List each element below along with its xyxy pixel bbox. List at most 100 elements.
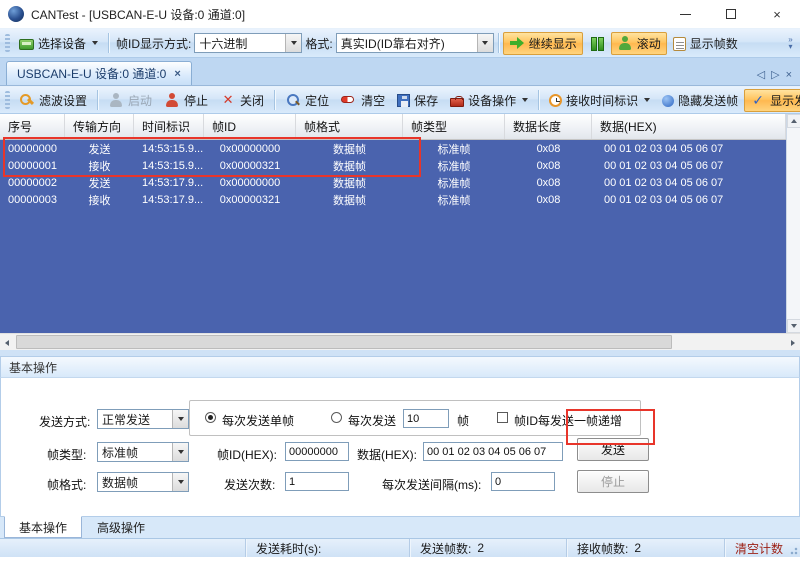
toolbar-grip[interactable] xyxy=(5,34,10,52)
tab-advanced-operation[interactable]: 高级操作 xyxy=(82,517,160,538)
toolbar-separator xyxy=(538,90,539,110)
send-mode-select[interactable]: 正常发送 xyxy=(97,409,189,429)
toolbar-overflow-button[interactable]: »▾ xyxy=(784,36,798,50)
app-icon xyxy=(8,6,24,22)
main-toolbar: 选择设备 帧ID显示方式: 十六进制 格式: 真实ID(ID靠右对齐) 继续显示… xyxy=(0,28,800,58)
frame-format-select[interactable]: 数据帧 xyxy=(97,472,189,492)
clear-label: 清空 xyxy=(361,92,385,109)
format-select[interactable]: 真实ID(ID靠右对齐) xyxy=(336,33,494,53)
maximize-button[interactable] xyxy=(708,0,754,28)
table-cell: 14:53:15.9... xyxy=(134,157,204,174)
window-title: CANTest - [USBCAN-E-U 设备:0 通道:0] xyxy=(31,6,245,23)
toolbar-separator xyxy=(274,90,275,110)
message-area: 序号传输方向时间标识帧ID帧格式帧类型数据长度数据(HEX) 00000000发… xyxy=(0,114,800,538)
frame-type-value: 标准帧 xyxy=(98,444,172,461)
column-header[interactable]: 帧格式 xyxy=(296,114,403,139)
column-header[interactable]: 传输方向 xyxy=(65,114,134,139)
save-button[interactable]: 保存 xyxy=(391,89,444,112)
start-label: 启动 xyxy=(128,92,152,109)
table-cell: 0x08 xyxy=(505,157,592,174)
tab-nav-prev-icon[interactable]: ◁ xyxy=(757,68,765,81)
multi-frame-radio[interactable] xyxy=(331,412,342,423)
send-frames-label: 发送帧数: xyxy=(420,540,471,557)
toolbar-separator xyxy=(498,33,499,53)
device-operation-button[interactable]: 设备操作 xyxy=(444,89,534,112)
tab-close-icon[interactable]: × xyxy=(174,68,180,80)
start-button[interactable]: 启动 xyxy=(102,89,158,112)
column-header[interactable]: 帧类型 xyxy=(403,114,505,139)
frame-type-label: 帧类型: xyxy=(47,446,86,463)
frame-id-display-select[interactable]: 十六进制 xyxy=(194,33,302,53)
frame-id-input[interactable] xyxy=(285,442,349,461)
scroll-down-icon[interactable] xyxy=(787,319,800,333)
select-device-button[interactable]: 选择设备 xyxy=(13,32,104,55)
resize-grip[interactable] xyxy=(788,545,798,555)
dropdown-arrow-icon[interactable] xyxy=(285,34,301,52)
table-cell: 数据帧 xyxy=(296,174,403,191)
column-header[interactable]: 帧ID xyxy=(204,114,296,139)
column-header[interactable]: 数据长度 xyxy=(505,114,592,139)
status-empty-segment xyxy=(0,539,246,557)
table-cell: 0x00000000 xyxy=(204,174,296,191)
scrollbar-thumb[interactable] xyxy=(16,335,672,349)
multi-frame-count-input[interactable] xyxy=(403,409,449,428)
scroll-up-icon[interactable] xyxy=(787,114,800,128)
receive-time-id-button[interactable]: 接收时间标识 xyxy=(543,89,656,112)
tab-basic-operation[interactable]: 基本操作 xyxy=(4,516,82,538)
tab-basic-operation-label: 基本操作 xyxy=(19,519,67,536)
column-header[interactable]: 数据(HEX) xyxy=(592,114,786,139)
dropdown-arrow-icon[interactable] xyxy=(172,410,188,428)
tab-nav-next-icon[interactable]: ▷ xyxy=(771,68,779,81)
multi-frame-label: 每次发送 xyxy=(348,412,396,429)
hide-send-frames-button[interactable]: 隐藏发送帧 xyxy=(656,89,744,112)
vertical-scrollbar[interactable] xyxy=(786,114,800,333)
channel-tab[interactable]: USBCAN-E-U 设备:0 通道:0 × xyxy=(6,61,192,85)
send-button[interactable]: 发送 xyxy=(577,438,649,461)
locate-label: 定位 xyxy=(305,92,329,109)
table-row[interactable]: 00000003接收14:53:17.9...0x00000321数据帧标准帧0… xyxy=(0,191,786,208)
frame-id-increment-checkbox[interactable] xyxy=(497,412,508,423)
show-frame-count-button[interactable]: 显示帧数 xyxy=(667,32,744,55)
table-row[interactable]: 00000002发送14:53:17.9...0x00000000数据帧标准帧0… xyxy=(0,174,786,191)
clear-button[interactable]: 清空 xyxy=(335,89,391,112)
stop-send-button[interactable]: 停止 xyxy=(577,470,649,493)
recv-frames-label: 接收帧数: xyxy=(577,540,628,557)
close-button[interactable]: × xyxy=(754,0,800,28)
data-hex-input[interactable] xyxy=(423,442,563,461)
table-cell: 标准帧 xyxy=(403,157,505,174)
dropdown-arrow-icon[interactable] xyxy=(477,34,493,52)
filter-settings-button[interactable]: 滤波设置 xyxy=(13,89,93,112)
scroll-left-icon[interactable] xyxy=(0,335,14,350)
horizontal-scrollbar[interactable] xyxy=(0,333,800,350)
single-frame-label: 每次发送单帧 xyxy=(222,412,294,429)
table-row[interactable]: 00000001接收14:53:15.9...0x00000321数据帧标准帧0… xyxy=(0,157,786,174)
eraser-icon xyxy=(341,96,354,103)
column-header[interactable]: 时间标识 xyxy=(134,114,204,139)
stop-button[interactable]: 停止 xyxy=(158,89,214,112)
frame-format-label: 帧格式: xyxy=(47,476,86,493)
send-times-input[interactable] xyxy=(285,472,349,491)
column-header[interactable]: 序号 xyxy=(0,114,65,139)
interval-input[interactable] xyxy=(491,472,555,491)
select-device-label: 选择设备 xyxy=(38,35,86,52)
notepad-icon xyxy=(673,37,686,51)
close-channel-button[interactable]: ✕ 关闭 xyxy=(214,89,270,112)
frame-table[interactable]: 00000000发送14:53:15.9...0x00000000数据帧标准帧0… xyxy=(0,140,786,333)
toolbar-grip[interactable] xyxy=(5,91,10,109)
dropdown-arrow-icon[interactable] xyxy=(172,473,188,491)
tab-nav-close-icon[interactable]: × xyxy=(786,69,792,81)
scroll-right-icon[interactable] xyxy=(786,335,800,350)
minimize-icon xyxy=(680,14,691,15)
table-cell: 标准帧 xyxy=(403,140,505,157)
continue-display-button[interactable]: 继续显示 xyxy=(503,32,583,55)
table-cell: 接收 xyxy=(65,157,134,174)
minimize-button[interactable] xyxy=(662,0,708,28)
frame-type-select[interactable]: 标准帧 xyxy=(97,442,189,462)
dropdown-arrow-icon[interactable] xyxy=(172,443,188,461)
table-row[interactable]: 00000000发送14:53:15.9...0x00000000数据帧标准帧0… xyxy=(0,140,786,157)
locate-button[interactable]: 定位 xyxy=(279,89,335,112)
pause-button[interactable] xyxy=(583,32,611,54)
show-send-frames-button[interactable]: ✓ 显示发送帧 xyxy=(744,89,800,112)
scroll-button[interactable]: 滚动 xyxy=(611,32,667,55)
single-frame-radio[interactable] xyxy=(205,412,216,423)
